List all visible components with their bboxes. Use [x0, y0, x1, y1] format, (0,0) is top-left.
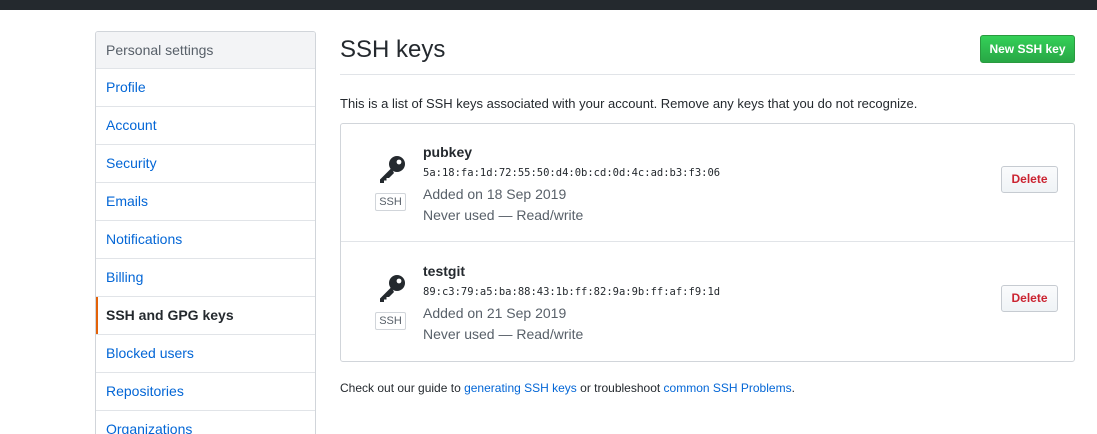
generating-ssh-keys-link[interactable]: generating SSH keys	[464, 381, 577, 395]
top-header-bar	[0, 0, 1097, 10]
key-fingerprint: 89:c3:79:a5:ba:88:43:1b:ff:82:9a:9b:ff:a…	[423, 286, 721, 298]
key-added-date: Added on 21 Sep 2019	[423, 305, 567, 321]
ssh-badge: SSH	[375, 193, 406, 211]
sidebar-item-security[interactable]: Security	[96, 145, 315, 183]
intro-text: This is a list of SSH keys associated wi…	[340, 96, 918, 111]
key-usage: Never used — Read/write	[423, 326, 584, 342]
delete-button[interactable]: Delete	[1001, 285, 1058, 312]
key-title: pubkey	[423, 144, 473, 160]
ssh-keys-list: SSH pubkey 5a:18:fa:1d:72:55:50:d4:0b:cd…	[340, 123, 1075, 362]
new-ssh-key-button[interactable]: New SSH key	[980, 35, 1075, 63]
page-title: SSH keys	[340, 36, 446, 63]
key-icon	[380, 275, 405, 302]
sidebar-item-account[interactable]: Account	[96, 107, 315, 145]
key-title: testgit	[423, 263, 465, 279]
sidebar-item-organizations[interactable]: Organizations	[96, 411, 315, 434]
list-item: SSH pubkey 5a:18:fa:1d:72:55:50:d4:0b:cd…	[341, 124, 1074, 242]
title-divider	[340, 74, 1075, 75]
footer-help-text: Check out our guide to generating SSH ke…	[340, 381, 795, 395]
footer-suffix: .	[791, 381, 795, 395]
key-fingerprint: 5a:18:fa:1d:72:55:50:d4:0b:cd:0d:4c:ad:b…	[423, 167, 721, 179]
sidebar-item-repositories[interactable]: Repositories	[96, 373, 315, 411]
common-ssh-problems-link[interactable]: common SSH Problems	[664, 381, 792, 395]
ssh-badge: SSH	[375, 312, 406, 330]
sidebar-item-notifications[interactable]: Notifications	[96, 221, 315, 259]
key-icon	[380, 156, 405, 183]
key-usage: Never used — Read/write	[423, 207, 584, 223]
footer-prefix: Check out our guide to	[340, 381, 465, 395]
key-added-date: Added on 18 Sep 2019	[423, 186, 567, 202]
sidebar-item-blocked-users[interactable]: Blocked users	[96, 335, 315, 373]
sidebar-item-billing[interactable]: Billing	[96, 259, 315, 297]
sidebar-item-emails[interactable]: Emails	[96, 183, 315, 221]
footer-middle: or troubleshoot	[576, 381, 664, 395]
delete-button[interactable]: Delete	[1001, 166, 1058, 193]
sidebar-item-profile[interactable]: Profile	[96, 69, 315, 107]
sidebar-header: Personal settings	[96, 32, 315, 69]
list-item: SSH testgit 89:c3:79:a5:ba:88:43:1b:ff:8…	[341, 243, 1074, 361]
settings-sidebar: Personal settings Profile Account Securi…	[95, 31, 316, 434]
sidebar-item-ssh-gpg-keys[interactable]: SSH and GPG keys	[96, 297, 315, 335]
